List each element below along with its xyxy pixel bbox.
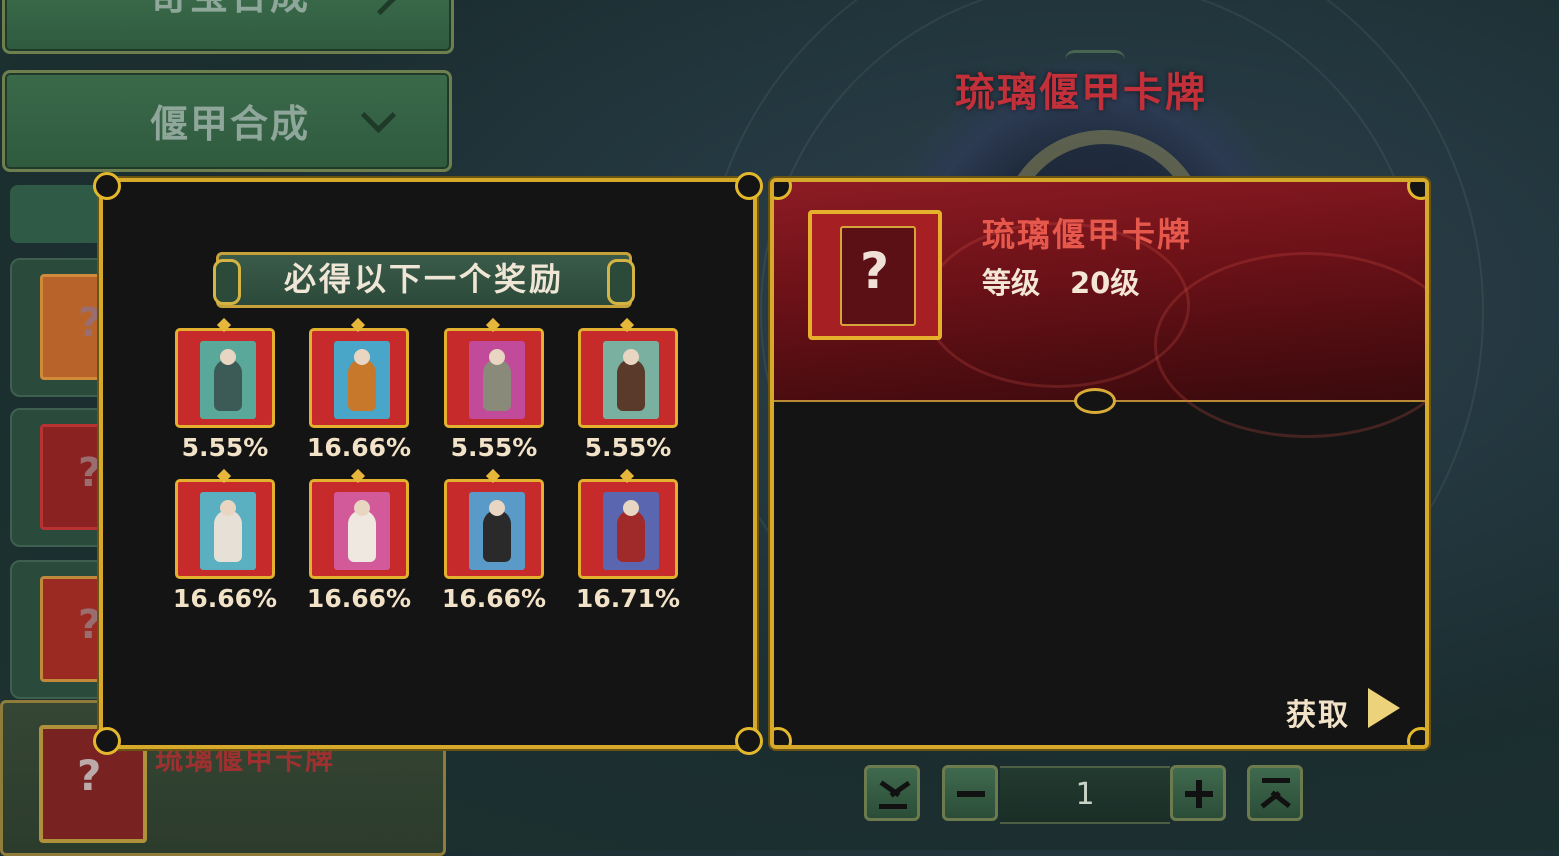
item-header: ? 琉璃偃甲卡牌 等级 20级 bbox=[774, 182, 1425, 438]
reward-card[interactable] bbox=[309, 468, 409, 579]
reward-chance: 5.55% bbox=[181, 433, 269, 462]
character-figure bbox=[214, 510, 242, 562]
max-quantity-button[interactable] bbox=[1247, 765, 1303, 821]
reward-card[interactable] bbox=[444, 468, 544, 579]
menu-item-puppet-synthesis[interactable]: 偃甲合成 bbox=[2, 70, 452, 172]
question-mark-icon: ? bbox=[860, 242, 890, 300]
character-figure bbox=[214, 359, 242, 411]
character-head bbox=[354, 349, 370, 365]
reward-chance: 16.66% bbox=[306, 433, 412, 462]
reward-panel: 必得以下一个奖励 5.55% 16.66% 5.55% 5.55% 16.66% 16.6… bbox=[93, 172, 763, 755]
reward-card[interactable] bbox=[309, 317, 409, 428]
character-head bbox=[220, 349, 236, 365]
monkey-king-portrait bbox=[334, 341, 390, 419]
white-robed-sage-portrait bbox=[334, 492, 390, 570]
card-frame bbox=[444, 328, 544, 428]
level-label: 等级 bbox=[982, 266, 1041, 300]
min-quantity-button[interactable] bbox=[864, 765, 920, 821]
character-head bbox=[623, 500, 639, 516]
card-frame bbox=[578, 328, 678, 428]
golden-haired-warrior-portrait bbox=[469, 492, 525, 570]
plus-icon-vertical bbox=[1196, 780, 1202, 808]
reward-card[interactable] bbox=[175, 468, 275, 579]
obtain-label[interactable]: 获取 bbox=[1286, 690, 1350, 734]
item-detail-panel: ? 琉璃偃甲卡牌 等级 20级 获取 bbox=[770, 178, 1429, 749]
elder-lady-portrait bbox=[603, 492, 659, 570]
chevron-down-icon bbox=[360, 97, 397, 134]
character-head bbox=[489, 500, 505, 516]
reward-card[interactable] bbox=[578, 468, 678, 579]
corner-ornament bbox=[1407, 727, 1425, 745]
reward-chance: 16.66% bbox=[306, 584, 412, 613]
card-frame bbox=[175, 479, 275, 579]
background-title: 琉璃偃甲卡牌 bbox=[955, 70, 1207, 116]
baseline-bar bbox=[879, 804, 907, 809]
card-frame bbox=[444, 479, 544, 579]
reward-card[interactable] bbox=[578, 317, 678, 428]
divider-ornament bbox=[1074, 388, 1116, 414]
white-beard-elder-portrait bbox=[200, 341, 256, 419]
level-value: 20级 bbox=[1070, 266, 1140, 300]
bearded-general-portrait bbox=[603, 341, 659, 419]
character-figure bbox=[617, 510, 645, 562]
reward-chance: 5.55% bbox=[584, 433, 672, 462]
reward-card[interactable] bbox=[444, 317, 544, 428]
card-frame bbox=[175, 328, 275, 428]
character-figure bbox=[348, 359, 376, 411]
character-head bbox=[220, 500, 236, 516]
character-head bbox=[354, 500, 370, 516]
reward-card[interactable] bbox=[175, 317, 275, 428]
banner-knot-right bbox=[607, 259, 635, 305]
question-mark-icon: ? bbox=[77, 751, 102, 800]
white-haired-maiden-portrait bbox=[200, 492, 256, 570]
character-figure bbox=[483, 359, 511, 411]
character-figure bbox=[348, 510, 376, 562]
character-head bbox=[489, 349, 505, 365]
banner-knot-left bbox=[213, 259, 241, 305]
corner-ornament bbox=[93, 727, 121, 755]
minus-icon bbox=[957, 791, 985, 797]
topline-bar bbox=[1262, 778, 1290, 783]
card-frame bbox=[578, 479, 678, 579]
reward-banner: 必得以下一个奖励 bbox=[213, 252, 635, 308]
reward-chance: 16.71% bbox=[575, 584, 681, 613]
increase-button[interactable] bbox=[1170, 765, 1226, 821]
reward-chance: 16.66% bbox=[172, 584, 278, 613]
card-inner: ? bbox=[840, 226, 916, 326]
question-mark-icon: ? bbox=[78, 602, 102, 648]
corner-ornament bbox=[774, 727, 792, 745]
item-name: 琉璃偃甲卡牌 bbox=[982, 215, 1192, 254]
reward-chance: 16.66% bbox=[441, 584, 547, 613]
decrease-button[interactable] bbox=[942, 765, 998, 821]
menu-item-treasure-synthesis[interactable]: 奇宝合成 bbox=[2, 0, 454, 54]
character-figure bbox=[483, 510, 511, 562]
reward-chance: 5.55% bbox=[450, 433, 538, 462]
banner-text: 必得以下一个奖励 bbox=[283, 260, 564, 298]
swirl-decoration bbox=[1154, 252, 1425, 438]
corner-ornament bbox=[735, 727, 763, 755]
quantity-field[interactable]: 1 bbox=[1000, 766, 1170, 824]
chevron-icon bbox=[362, 0, 399, 16]
item-card-icon[interactable]: ? bbox=[808, 210, 942, 340]
corner-ornament bbox=[735, 172, 763, 200]
card-frame bbox=[309, 479, 409, 579]
card-frame bbox=[309, 328, 409, 428]
question-mark-icon: ? bbox=[78, 450, 102, 496]
corner-ornament bbox=[93, 172, 121, 200]
play-arrow-icon[interactable] bbox=[1368, 688, 1400, 728]
character-head bbox=[623, 349, 639, 365]
court-official-portrait bbox=[469, 341, 525, 419]
menu-item-label: 偃甲合成 bbox=[150, 102, 311, 146]
menu-item-label: 奇宝合成 bbox=[150, 0, 310, 20]
question-mark-icon: ? bbox=[78, 300, 102, 346]
character-figure bbox=[617, 359, 645, 411]
